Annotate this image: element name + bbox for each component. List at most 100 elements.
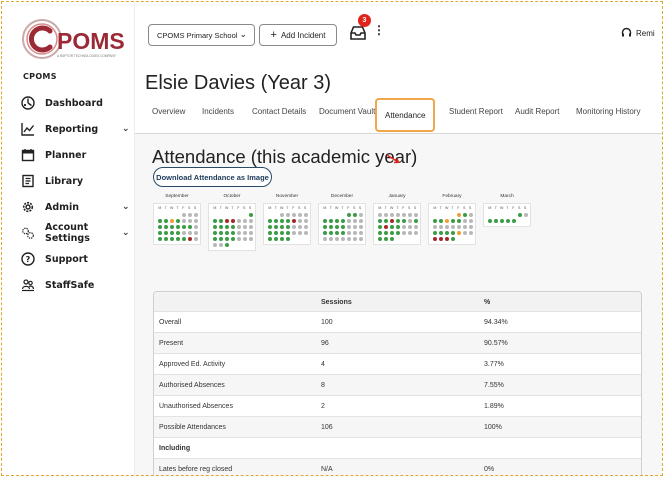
attendance-day-dot <box>401 224 407 230</box>
sidebar-item-library[interactable]: Library <box>20 168 132 194</box>
question-icon: ? <box>20 251 36 267</box>
remind-button[interactable]: Remi <box>621 27 655 40</box>
weekday-header: MTWTFSS <box>157 206 198 212</box>
headset-icon <box>621 27 632 40</box>
attendance-day-dot <box>432 224 438 230</box>
attendance-day-dot <box>267 224 273 230</box>
weekday-letter: S <box>413 206 417 210</box>
row-percent: 3.77% <box>484 361 504 368</box>
attendance-day-dot <box>273 224 279 230</box>
attendance-day-dot <box>163 224 169 230</box>
gear-icon <box>20 199 36 215</box>
attendance-day-dot <box>285 224 291 230</box>
attendance-day-dot <box>248 212 254 218</box>
attendance-day-dot <box>407 218 413 224</box>
attendance-day-dot <box>432 236 438 242</box>
attendance-day-dot <box>285 218 291 224</box>
row-percent: 94.34% <box>484 319 508 326</box>
attendance-day-dot <box>377 212 383 218</box>
sidebar-item-dashboard[interactable]: Dashboard <box>20 90 132 116</box>
attendance-day-dot <box>395 230 401 236</box>
attendance-day-dot <box>328 236 334 242</box>
sidebar-item-admin[interactable]: Admin ⌄ <box>20 194 132 220</box>
attendance-day-dot <box>389 224 395 230</box>
attendance-day-dot <box>181 236 187 242</box>
student-tabs: Overview Incidents Contact Details Docum… <box>135 98 662 132</box>
month-grid: MTWTFSS <box>373 203 421 245</box>
dashboard-icon <box>20 95 36 111</box>
sidebar-item-staffsafe[interactable]: StaffSafe <box>20 272 132 298</box>
table-header-row: Sessions % <box>154 292 641 312</box>
tab-audit-report[interactable]: Audit Report <box>515 107 559 116</box>
attendance-day-dot <box>383 218 389 224</box>
add-incident-button[interactable]: + Add Incident <box>259 24 337 46</box>
attendance-day-dot <box>236 230 242 236</box>
school-select[interactable]: CPOMS Primary School ⌄ <box>148 24 255 46</box>
tab-student-report[interactable]: Student Report <box>449 107 503 116</box>
tab-document-vault[interactable]: Document Vault <box>319 107 375 116</box>
more-menu-icon[interactable]: ⋮ <box>373 24 385 38</box>
tab-overview[interactable]: Overview <box>152 107 185 116</box>
attendance-day-dot <box>230 230 236 236</box>
day-dots <box>377 212 419 242</box>
attendance-day-dot <box>401 218 407 224</box>
weekday-header: MTWTFSS <box>267 206 308 212</box>
download-attendance-button[interactable]: Download Attendance as Image <box>153 167 272 187</box>
attendance-day-dot <box>187 236 193 242</box>
attendance-day-dot <box>523 212 529 218</box>
sidebar-item-account-settings[interactable]: Account Settings ⌄ <box>20 220 132 246</box>
attendance-day-dot <box>212 218 218 224</box>
tab-contact-details[interactable]: Contact Details <box>252 107 306 116</box>
row-label: Including <box>159 445 191 452</box>
sidebar-item-planner[interactable]: Planner <box>20 142 132 168</box>
tab-attendance[interactable]: Attendance <box>375 98 436 132</box>
attendance-day-dot <box>212 236 218 242</box>
attendance-day-dot <box>407 230 413 236</box>
attendance-day-dot <box>334 218 340 224</box>
attendance-day-dot <box>218 242 224 248</box>
sidebar-item-reporting[interactable]: Reporting ⌄ <box>20 116 132 142</box>
attendance-day-dot <box>267 218 273 224</box>
tab-incidents[interactable]: Incidents <box>202 107 234 116</box>
sidebar-item-support[interactable]: ? Support <box>20 246 132 272</box>
attendance-day-dot <box>377 218 383 224</box>
day-dots <box>432 212 474 242</box>
table-header-percent: % <box>484 299 491 306</box>
attendance-day-dot <box>291 212 297 218</box>
table-row: Overall 100 94.34% <box>154 312 641 333</box>
month-calendar: March M T W T F S S <box>483 194 531 227</box>
attendance-day-dot <box>303 212 309 218</box>
weekday-letter: S <box>303 206 307 210</box>
attendance-day-dot <box>444 224 450 230</box>
sidebar-item-label: Admin <box>45 201 80 213</box>
attendance-day-dot <box>230 218 236 224</box>
attendance-day-dot <box>193 218 199 224</box>
attendance-day-dot <box>413 224 419 230</box>
attendance-day-dot <box>340 236 346 242</box>
account-gears-icon <box>20 225 36 241</box>
attendance-day-dot <box>395 218 401 224</box>
tab-monitoring-history[interactable]: Monitoring History <box>576 107 640 116</box>
attendance-day-dot <box>224 224 230 230</box>
attendance-day-dot <box>340 230 346 236</box>
attendance-day-dot <box>322 224 328 230</box>
attendance-day-dot <box>407 224 413 230</box>
chevron-down-icon: ⌄ <box>239 29 247 39</box>
add-incident-label: Add Incident <box>280 30 326 40</box>
attendance-day-dot <box>413 212 419 218</box>
attendance-day-dot <box>346 230 352 236</box>
month-name: January <box>388 194 406 199</box>
attendance-day-dot <box>175 218 181 224</box>
attendance-day-dot <box>352 236 358 242</box>
attendance-day-dot <box>181 212 187 218</box>
cpoms-logo[interactable]: POMS A RAPTOR TECHNOLOGIES COMPANY <box>21 18 129 62</box>
org-label: CPOMS <box>23 72 57 81</box>
attendance-day-dot <box>468 224 474 230</box>
attendance-day-dot <box>291 230 297 236</box>
attendance-day-dot <box>291 218 297 224</box>
month-grid: MTWTFSS <box>263 203 311 245</box>
app-window: POMS A RAPTOR TECHNOLOGIES COMPANY CPOMS… <box>1 1 663 476</box>
row-sessions: 8 <box>321 382 325 389</box>
attendance-day-dot <box>389 212 395 218</box>
row-percent: 90.57% <box>484 340 508 347</box>
